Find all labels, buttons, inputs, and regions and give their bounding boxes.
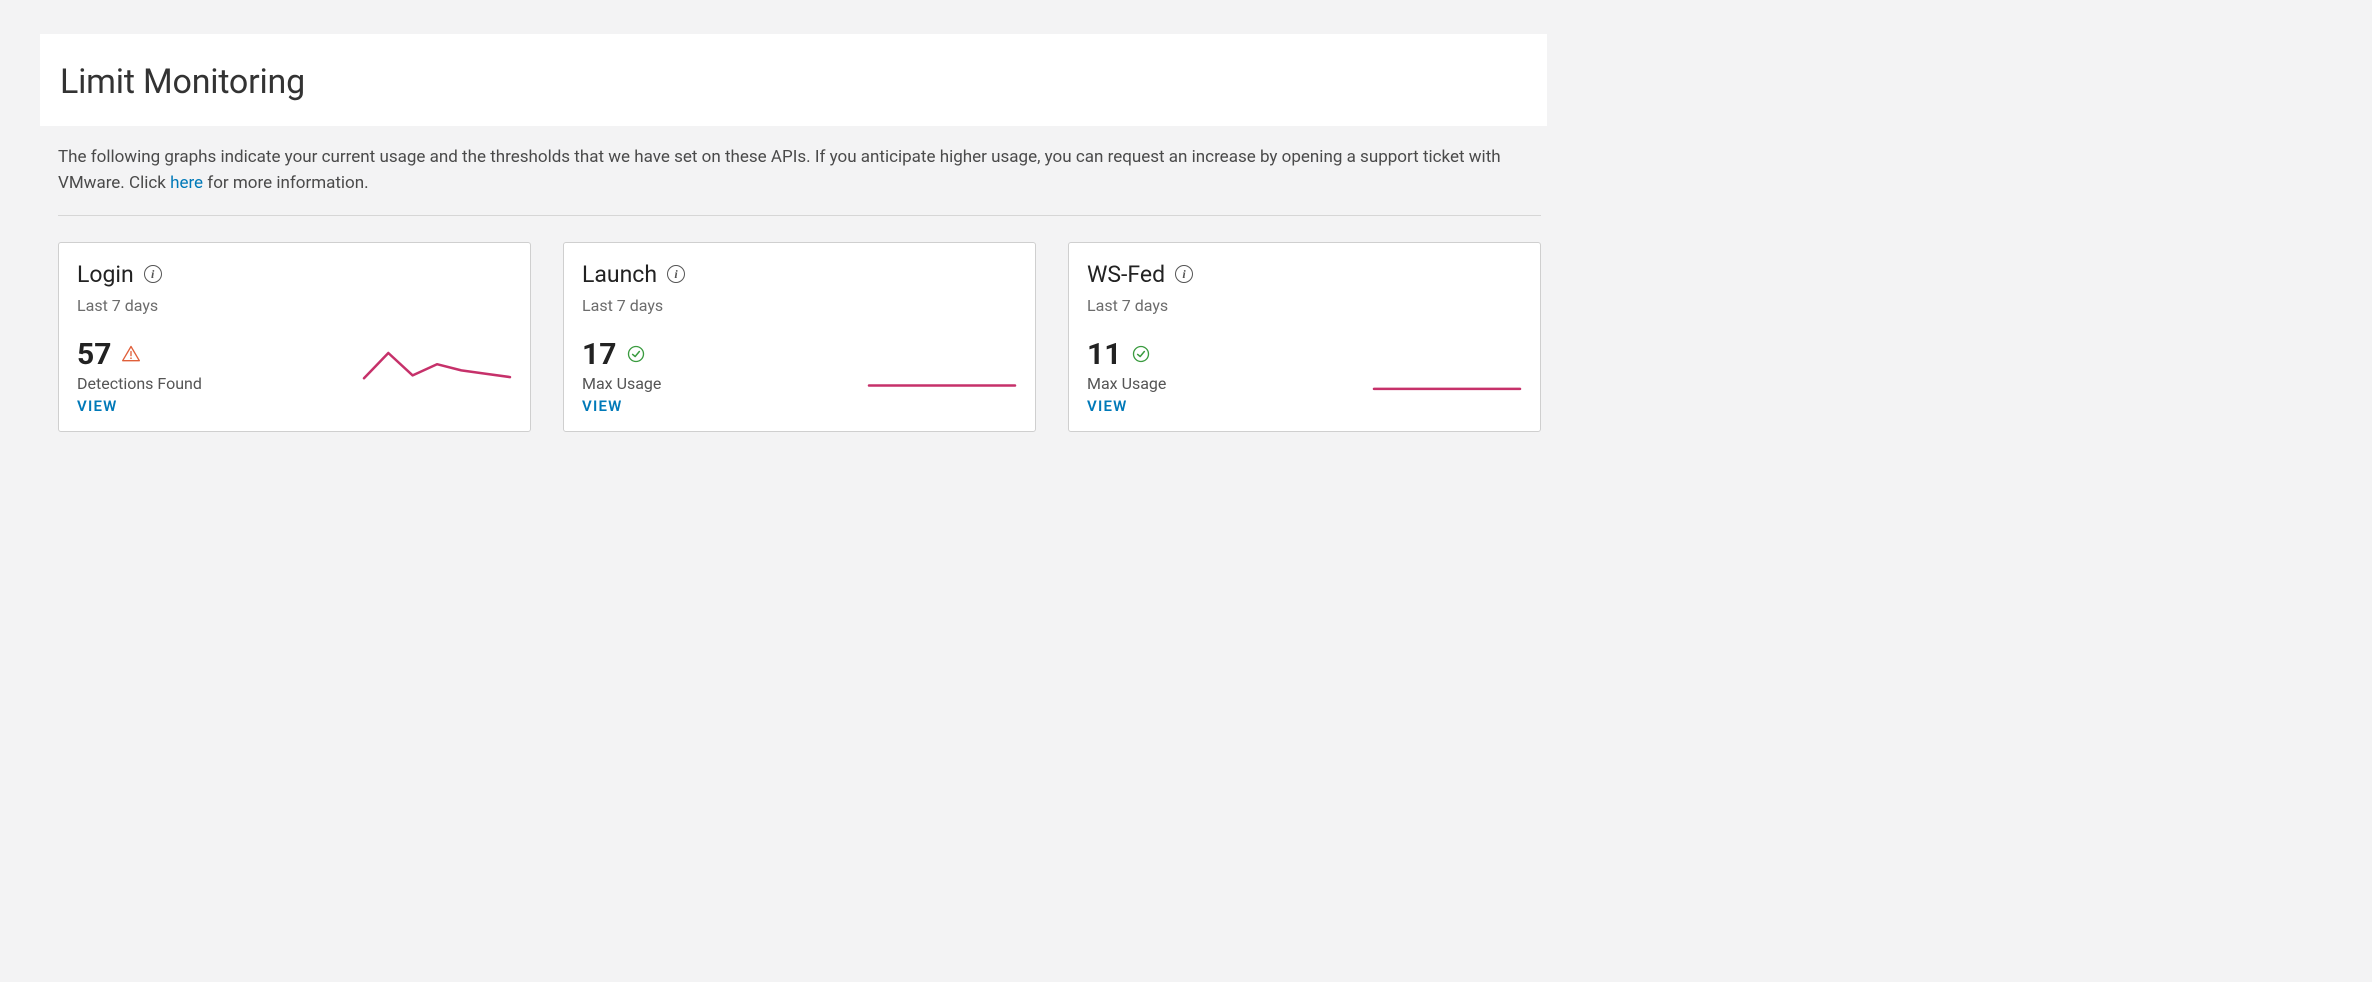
ok-icon [1131,344,1151,364]
card-body: 11 Max Usage [1087,337,1522,397]
metric-value: 17 [582,337,616,372]
card-wsfed: WS-Fed i Last 7 days 11 Max U [1068,242,1541,432]
card-subtitle: Last 7 days [1087,296,1522,315]
metric-value: 57 [77,337,111,372]
card-body: 57 Detections Found [77,337,512,397]
metric-column: 17 Max Usage [582,337,732,393]
card-title-row: WS-Fed i [1087,261,1522,288]
sparkline-chart [732,337,1017,397]
view-button[interactable]: VIEW [77,397,117,415]
metric-column: 11 Max Usage [1087,337,1237,393]
sparkline-chart [1237,337,1522,397]
description-link[interactable]: here [170,173,203,193]
metric-label: Detections Found [77,374,227,393]
metric-label: Max Usage [582,374,732,393]
metric-column: 57 Detections Found [77,337,227,393]
card-launch: Launch i Last 7 days 17 Max U [563,242,1036,432]
card-title: Login [77,261,134,288]
card-title-row: Launch i [582,261,1017,288]
info-icon[interactable]: i [1175,265,1193,283]
metric-row: 11 [1087,337,1237,372]
description-after: for more information. [203,173,369,193]
warning-icon [121,344,141,364]
card-title: WS-Fed [1087,261,1165,288]
card-title-row: Login i [77,261,512,288]
page-header-card: Limit Monitoring [40,34,1547,126]
page-title: Limit Monitoring [60,62,1547,102]
sparkline-chart [227,337,512,397]
metric-value: 11 [1087,337,1121,372]
card-title: Launch [582,261,657,288]
page-root: Limit Monitoring The following graphs in… [0,34,1581,432]
card-subtitle: Last 7 days [77,296,512,315]
card-body: 17 Max Usage [582,337,1017,397]
metric-row: 57 [77,337,227,372]
metric-label: Max Usage [1087,374,1237,393]
metric-row: 17 [582,337,732,372]
divider [58,215,1541,216]
info-icon[interactable]: i [144,265,162,283]
view-button[interactable]: VIEW [1087,397,1127,415]
card-subtitle: Last 7 days [582,296,1017,315]
info-icon[interactable]: i [667,265,685,283]
card-login: Login i Last 7 days 57 [58,242,531,432]
ok-icon [626,344,646,364]
description-text: The following graphs indicate your curre… [58,144,1541,197]
cards-row: Login i Last 7 days 57 [58,242,1541,432]
view-button[interactable]: VIEW [582,397,622,415]
